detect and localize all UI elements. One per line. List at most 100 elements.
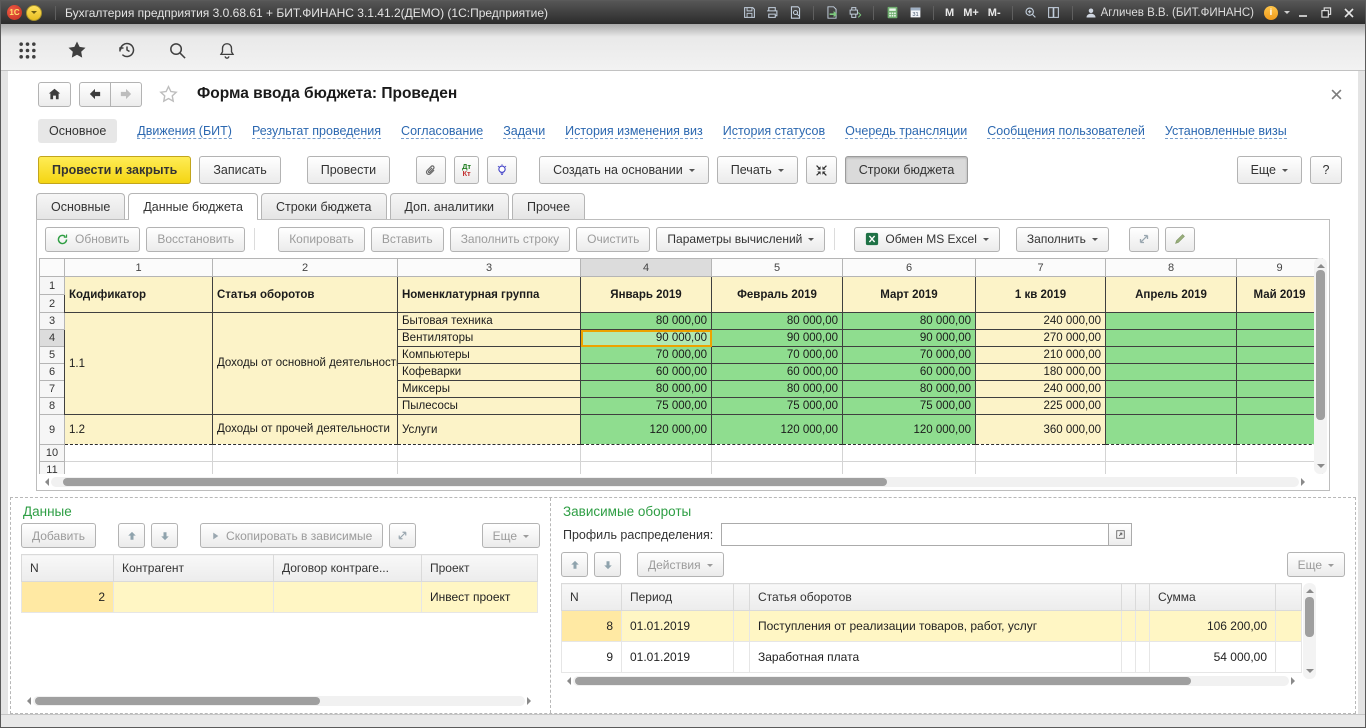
value-cell[interactable]: 60 000,00 [712,364,843,381]
paste-button[interactable]: Вставить [371,227,444,252]
empty-cell[interactable] [581,462,712,475]
nomenclature-cell[interactable]: Бытовая техника [398,313,581,330]
memory-m-minus-button[interactable]: M- [985,7,1004,19]
fill-button[interactable]: Заполнить [1016,227,1109,252]
value-cell[interactable]: 70 000,00 [843,347,976,364]
scroll-thumb[interactable] [1316,270,1325,420]
zoom-icon[interactable] [1021,4,1041,22]
column-header[interactable]: 8 [1106,259,1237,277]
dependent-table-row[interactable]: 8 01.01.2019 Поступления от реализации т… [562,611,1302,642]
link-set-visas[interactable]: Установленные визы [1165,124,1287,139]
column-header[interactable]: 3 [398,259,581,277]
copy-button[interactable]: Копировать [278,227,365,252]
page-arrow-icon[interactable] [822,4,842,22]
value-cell-empty[interactable] [1106,381,1237,398]
move-button[interactable] [1129,227,1159,252]
cell-n[interactable]: 2 [22,582,114,613]
favorites-star-icon[interactable] [65,38,89,62]
scroll-right-arrow[interactable] [1301,478,1309,486]
article-cell[interactable]: Доходы от прочей деятельности [213,415,398,445]
value-cell-empty[interactable] [1106,330,1237,347]
scroll-thumb[interactable] [35,697,320,705]
row-header[interactable]: 8 [40,398,65,415]
row-header[interactable]: 2 [40,295,65,313]
value-cell-empty[interactable] [1237,381,1323,398]
empty-cell[interactable] [712,462,843,475]
month-header-cell[interactable]: Апрель 2019 [1106,277,1237,313]
restore-button[interactable]: Восстановить [146,227,245,252]
favorite-star-button[interactable] [158,84,179,105]
dependent-horizontal-scrollbar[interactable] [561,675,1301,687]
post-and-close-button[interactable]: Провести и закрыть [38,156,191,184]
column-spacer[interactable] [734,584,750,611]
value-cell-empty[interactable] [1237,398,1323,415]
quarter-total-cell[interactable]: 360 000,00 [976,415,1106,445]
value-cell-empty[interactable] [1106,415,1237,445]
restore-button[interactable] [1316,4,1336,22]
tab-budget-lines[interactable]: Строки бюджета [261,193,387,219]
empty-cell[interactable] [213,445,398,462]
column-spacer[interactable] [1276,584,1302,611]
cell-project[interactable]: Инвест проект [422,582,538,613]
copy-to-dependent-button[interactable]: Скопировать в зависимые [200,523,383,548]
chevron-down-icon[interactable] [1284,11,1290,17]
dependent-table-row[interactable]: 9 01.01.2019 Заработная плата 54 000,00 [562,642,1302,673]
cell-spacer[interactable] [734,642,750,673]
calculator-icon[interactable] [882,4,902,22]
column-header[interactable]: 6 [843,259,976,277]
value-cell[interactable]: 90 000,00 [712,330,843,347]
cell-spacer[interactable] [1136,642,1150,673]
cell-spacer[interactable] [1276,611,1302,642]
move-dialog-button[interactable] [389,523,416,548]
scroll-left-arrow[interactable] [23,697,31,705]
article-header-cell[interactable]: Статья оборотов [213,277,398,313]
nomenclature-cell[interactable]: Услуги [398,415,581,445]
value-cell-empty[interactable] [1106,364,1237,381]
column-header[interactable]: 1 [65,259,213,277]
column-n[interactable]: N [22,555,114,582]
empty-cell[interactable] [1106,445,1237,462]
value-cell[interactable]: 70 000,00 [581,347,712,364]
actions-button[interactable]: Действия [637,552,724,577]
quarter-header-cell[interactable]: 1 кв 2019 [976,277,1106,313]
row-header[interactable]: 11 [40,462,65,475]
hint-bulb-button[interactable] [487,156,517,184]
nomenclature-cell[interactable]: Кофеварки [398,364,581,381]
value-cell[interactable]: 60 000,00 [581,364,712,381]
column-counterparty[interactable]: Контрагент [114,555,274,582]
tab-other[interactable]: Прочее [512,193,585,219]
calc-params-button[interactable]: Параметры вычислений [656,227,825,252]
scroll-left-arrow[interactable] [41,478,49,486]
cell-article[interactable]: Поступления от реализации товаров, работ… [750,611,1122,642]
tab-budget-data[interactable]: Данные бюджета [128,193,258,219]
notifications-bell-icon[interactable] [215,38,239,62]
dt-kt-postings-button[interactable]: ДтКт [454,156,479,184]
column-header[interactable]: 2 [213,259,398,277]
value-cell[interactable]: 120 000,00 [581,415,712,445]
value-cell[interactable]: 90 000,00 [843,330,976,347]
collapse-button[interactable] [806,156,837,184]
scroll-right-arrow[interactable] [527,697,535,705]
dependent-more-button[interactable]: Еще [1287,552,1345,577]
cell-period[interactable]: 01.01.2019 [622,611,734,642]
value-cell[interactable]: 80 000,00 [843,381,976,398]
column-header[interactable]: 9 [1237,259,1323,277]
value-cell[interactable]: 80 000,00 [712,313,843,330]
link-movements[interactable]: Движения (БИТ) [137,124,232,139]
cell-sum[interactable]: 54 000,00 [1150,642,1276,673]
value-cell[interactable]: 120 000,00 [843,415,976,445]
nomenclature-cell[interactable]: Вентиляторы [398,330,581,347]
value-cell[interactable]: 120 000,00 [712,415,843,445]
print-icon[interactable] [762,4,782,22]
column-n[interactable]: N [562,584,622,611]
create-based-on-button[interactable]: Создать на основании [539,156,709,184]
value-cell-empty[interactable] [1106,398,1237,415]
column-contract[interactable]: Договор контраге... [274,555,422,582]
profile-open-button[interactable] [1109,523,1132,546]
row-header[interactable]: 10 [40,445,65,462]
value-cell-empty[interactable] [1106,313,1237,330]
memory-m-plus-button[interactable]: M+ [960,7,982,19]
save-icon[interactable] [739,4,759,22]
value-cell[interactable]: 80 000,00 [712,381,843,398]
form-close-button[interactable] [1331,89,1342,100]
